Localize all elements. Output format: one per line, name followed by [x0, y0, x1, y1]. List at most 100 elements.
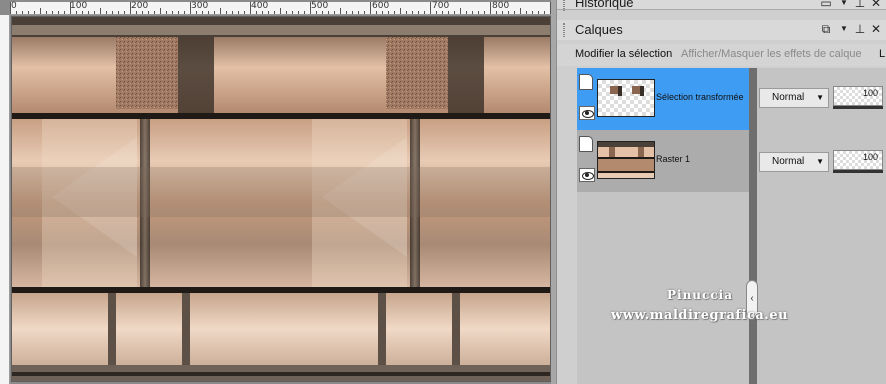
layer-row-raster-1[interactable]: Raster 1: [577, 130, 751, 192]
ruler-tick: [346, 11, 347, 14]
modify-selection-button[interactable]: Modifier la sélection: [575, 48, 672, 60]
ruler-tick: [460, 8, 461, 14]
ruler-tick: [148, 11, 149, 14]
ruler-tick: [364, 11, 365, 14]
ruler-label: 500: [311, 1, 329, 11]
layer-type-icon: [579, 74, 593, 90]
ruler-tick: [490, 2, 491, 14]
ruler-tick: [466, 11, 467, 14]
ruler-tick: [232, 11, 233, 14]
toggle-layer-effects-button[interactable]: Afficher/Masquer les effets de calque: [681, 48, 862, 60]
layer-properties-raster-1: Normal ▼ 100: [757, 132, 886, 194]
ruler-tick: [172, 11, 173, 14]
ruler-tick: [508, 11, 509, 14]
chevron-down-icon: ▼: [816, 93, 824, 102]
layer-row-selection-transformee[interactable]: Sélection transformée: [577, 68, 751, 130]
ruler-tick: [142, 11, 143, 14]
close-icon[interactable]: ✕: [869, 22, 883, 36]
ruler-tick: [226, 11, 227, 14]
ruler-tick: [100, 8, 101, 14]
blend-mode-select[interactable]: Normal ▼: [759, 152, 829, 172]
ruler-tick: [94, 11, 95, 14]
app-window: 0 100 200 300 400 500 600 700 800 Histor…: [0, 0, 886, 384]
ruler-label: 400: [251, 1, 269, 11]
right-dock: Historique ▭ ▼ ⊥ ✕ Calques ⧉ ▼ ⊥ ✕ Modif…: [556, 0, 886, 384]
ruler-tick: [370, 2, 371, 14]
ruler-tick: [352, 11, 353, 14]
ruler-tick: [436, 11, 437, 14]
ruler-tick: [208, 11, 209, 14]
ruler-tick: [52, 11, 53, 14]
pin-icon[interactable]: ⊥: [853, 0, 867, 10]
ruler-tick: [70, 2, 71, 14]
ruler-tick: [430, 2, 431, 14]
ruler-tick: [280, 8, 281, 14]
ruler-tick: [382, 11, 383, 14]
ruler-tick: [394, 11, 395, 14]
ruler-tick: [34, 11, 35, 14]
drag-grip-icon[interactable]: [563, 23, 565, 37]
ruler-tick: [214, 11, 215, 14]
ruler-tick: [454, 11, 455, 14]
close-icon[interactable]: ✕: [869, 0, 883, 10]
watermark-url: www.maldiregrafica.eu: [611, 308, 789, 323]
ruler-tick: [40, 8, 41, 14]
ruler-tick: [166, 11, 167, 14]
ruler-tick: [118, 11, 119, 14]
ruler-tick: [88, 11, 89, 14]
blend-mode-select[interactable]: Normal ▼: [759, 88, 829, 108]
ruler-tick: [514, 11, 515, 14]
chevron-down-icon[interactable]: ▼: [837, 22, 851, 36]
ruler-tick: [442, 11, 443, 14]
ruler-tick: [28, 11, 29, 14]
thumbnail-art: [598, 142, 654, 178]
layer-name[interactable]: Raster 1: [656, 154, 690, 164]
historique-panel-header[interactable]: Historique ▭ ▼ ⊥ ✕: [557, 0, 886, 11]
image-canvas[interactable]: [11, 16, 551, 382]
ruler-tick: [220, 8, 221, 14]
ruler-tick: [478, 11, 479, 14]
opacity-field[interactable]: 100: [833, 86, 883, 106]
opacity-field[interactable]: 100: [833, 150, 883, 170]
ruler-tick: [520, 8, 521, 14]
ruler-tick: [316, 11, 317, 14]
ruler-tick: [400, 8, 401, 14]
ruler-tick: [424, 11, 425, 14]
layer-name[interactable]: Sélection transformée: [656, 92, 744, 102]
vertical-ruler: [0, 15, 10, 384]
chevron-down-icon: ▼: [816, 157, 824, 166]
ruler-tick: [22, 11, 23, 14]
ruler-tick: [178, 11, 179, 14]
ruler-tick: [154, 11, 155, 14]
ruler-tick: [544, 11, 545, 14]
calques-panel-header[interactable]: Calques ⧉ ▼ ⊥ ✕: [557, 20, 886, 40]
ruler-tick: [412, 11, 413, 14]
ruler-tick: [340, 8, 341, 14]
ruler-tick: [448, 11, 449, 14]
eye-icon[interactable]: [579, 106, 595, 120]
window-menu-icon[interactable]: ⧉: [819, 22, 833, 36]
ruler-tick: [58, 11, 59, 14]
canvas-pane: 0 100 200 300 400 500 600 700 800: [0, 0, 556, 384]
thumbnail-art: [610, 86, 644, 96]
layer-thumbnail: [597, 141, 655, 179]
horizontal-ruler: 0 100 200 300 400 500 600 700 800: [10, 2, 551, 15]
ruler-tick: [16, 11, 17, 14]
opacity-slider[interactable]: [833, 170, 883, 173]
ruler-tick: [526, 11, 527, 14]
ruler-tick: [484, 11, 485, 14]
ruler-tick: [196, 11, 197, 14]
ruler-tick: [76, 11, 77, 14]
opacity-slider[interactable]: [833, 106, 883, 109]
ruler-tick: [298, 11, 299, 14]
layers-scrollbar[interactable]: [749, 68, 757, 384]
ruler-label: 200: [131, 1, 149, 11]
eye-icon[interactable]: [579, 168, 595, 182]
window-menu-icon[interactable]: ▭: [819, 0, 833, 10]
chevron-down-icon[interactable]: ▼: [837, 0, 851, 10]
pin-icon[interactable]: ⊥: [853, 22, 867, 36]
drag-grip-icon[interactable]: [563, 0, 565, 11]
ruler-label: 300: [191, 1, 209, 11]
layer-toolbar: Modifier la sélection Afficher/Masquer l…: [557, 44, 886, 66]
truncated-toolbar-button[interactable]: L: [879, 48, 885, 60]
